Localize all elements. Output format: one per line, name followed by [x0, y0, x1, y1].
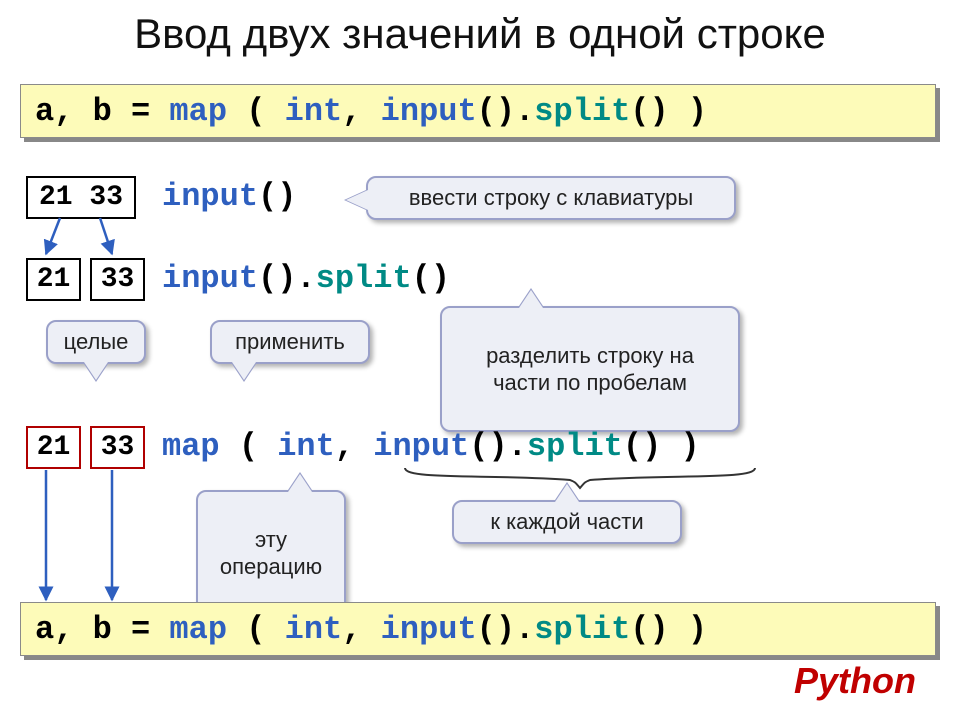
code-row3-map: map: [162, 428, 220, 465]
value-box-row1: 21 33: [26, 176, 136, 219]
code-row2: input().split(): [162, 260, 450, 297]
code-row3-paren2: () ): [623, 428, 700, 465]
callout-operation: эту операцию: [196, 490, 346, 616]
code-row3-lp: (: [220, 428, 278, 465]
callout-tail: [555, 484, 579, 502]
code-row3-input: input: [373, 428, 469, 465]
callout-split: разделить строку на части по пробелам: [440, 306, 740, 432]
code-bar-bottom: a, b = map ( int, input().split() ): [20, 602, 936, 656]
code-input-2: input: [381, 611, 477, 648]
value-box-row3-a: 21: [26, 426, 81, 469]
callout-tail: [288, 474, 312, 492]
code-row3-comma: ,: [335, 428, 373, 465]
code-row3-paren1: ().: [469, 428, 527, 465]
code-lparen: (: [227, 93, 285, 130]
code-int-2: int: [285, 611, 343, 648]
code-int: int: [285, 93, 343, 130]
code-input: input: [381, 93, 477, 130]
underbrace-icon: [400, 464, 760, 494]
code-row3-int: int: [277, 428, 335, 465]
callout-keyboard: ввести строку с клавиатуры: [366, 176, 736, 220]
value-box-row2-b: 33: [90, 258, 145, 301]
callout-tail: [84, 362, 108, 380]
code-split-2: split: [534, 611, 630, 648]
callout-tail: [232, 362, 256, 380]
callout-ints: целые: [46, 320, 146, 364]
slide: Ввод двух значений в одной строке a, b =…: [0, 0, 960, 720]
code-map-2: map: [169, 611, 227, 648]
code-row3: map ( int, input().split() ): [162, 428, 700, 465]
code-paren2-2: () ): [630, 611, 707, 648]
code-row1: input(): [162, 178, 296, 215]
code-lparen-2: (: [227, 611, 285, 648]
code-row3-split: split: [527, 428, 623, 465]
code-map: map: [169, 93, 227, 130]
callout-tail: [519, 290, 543, 308]
code-row2-input: input: [162, 260, 258, 297]
code-row1-paren: (): [258, 178, 296, 215]
callout-ints-text: целые: [64, 329, 129, 354]
code-row1-input: input: [162, 178, 258, 215]
code-paren2: () ): [630, 93, 707, 130]
callout-tail: [346, 190, 368, 210]
code-comma: ,: [342, 93, 380, 130]
code-row2-paren1: ().: [258, 260, 316, 297]
code-paren1: ().: [477, 93, 535, 130]
callout-keyboard-text: ввести строку с клавиатуры: [409, 185, 693, 210]
code-lhs-2: a, b =: [35, 611, 169, 648]
value-box-row3-b: 33: [90, 426, 145, 469]
code-split: split: [534, 93, 630, 130]
callout-split-text: разделить строку на части по пробелам: [486, 343, 694, 396]
callout-each-part: к каждой части: [452, 500, 682, 544]
code-paren1-2: ().: [477, 611, 535, 648]
callout-apply-text: применить: [235, 329, 345, 354]
code-row2-split: split: [316, 260, 412, 297]
python-label: Python: [794, 660, 916, 702]
code-comma-2: ,: [342, 611, 380, 648]
code-lhs: a, b =: [35, 93, 169, 130]
code-row2-paren2: (): [412, 260, 450, 297]
callout-apply: применить: [210, 320, 370, 364]
callout-each-part-text: к каждой части: [490, 509, 643, 534]
code-bar-top: a, b = map ( int, input().split() ): [20, 84, 936, 138]
page-title: Ввод двух значений в одной строке: [0, 10, 960, 58]
value-box-row2-a: 21: [26, 258, 81, 301]
callout-operation-text: эту операцию: [220, 527, 322, 580]
